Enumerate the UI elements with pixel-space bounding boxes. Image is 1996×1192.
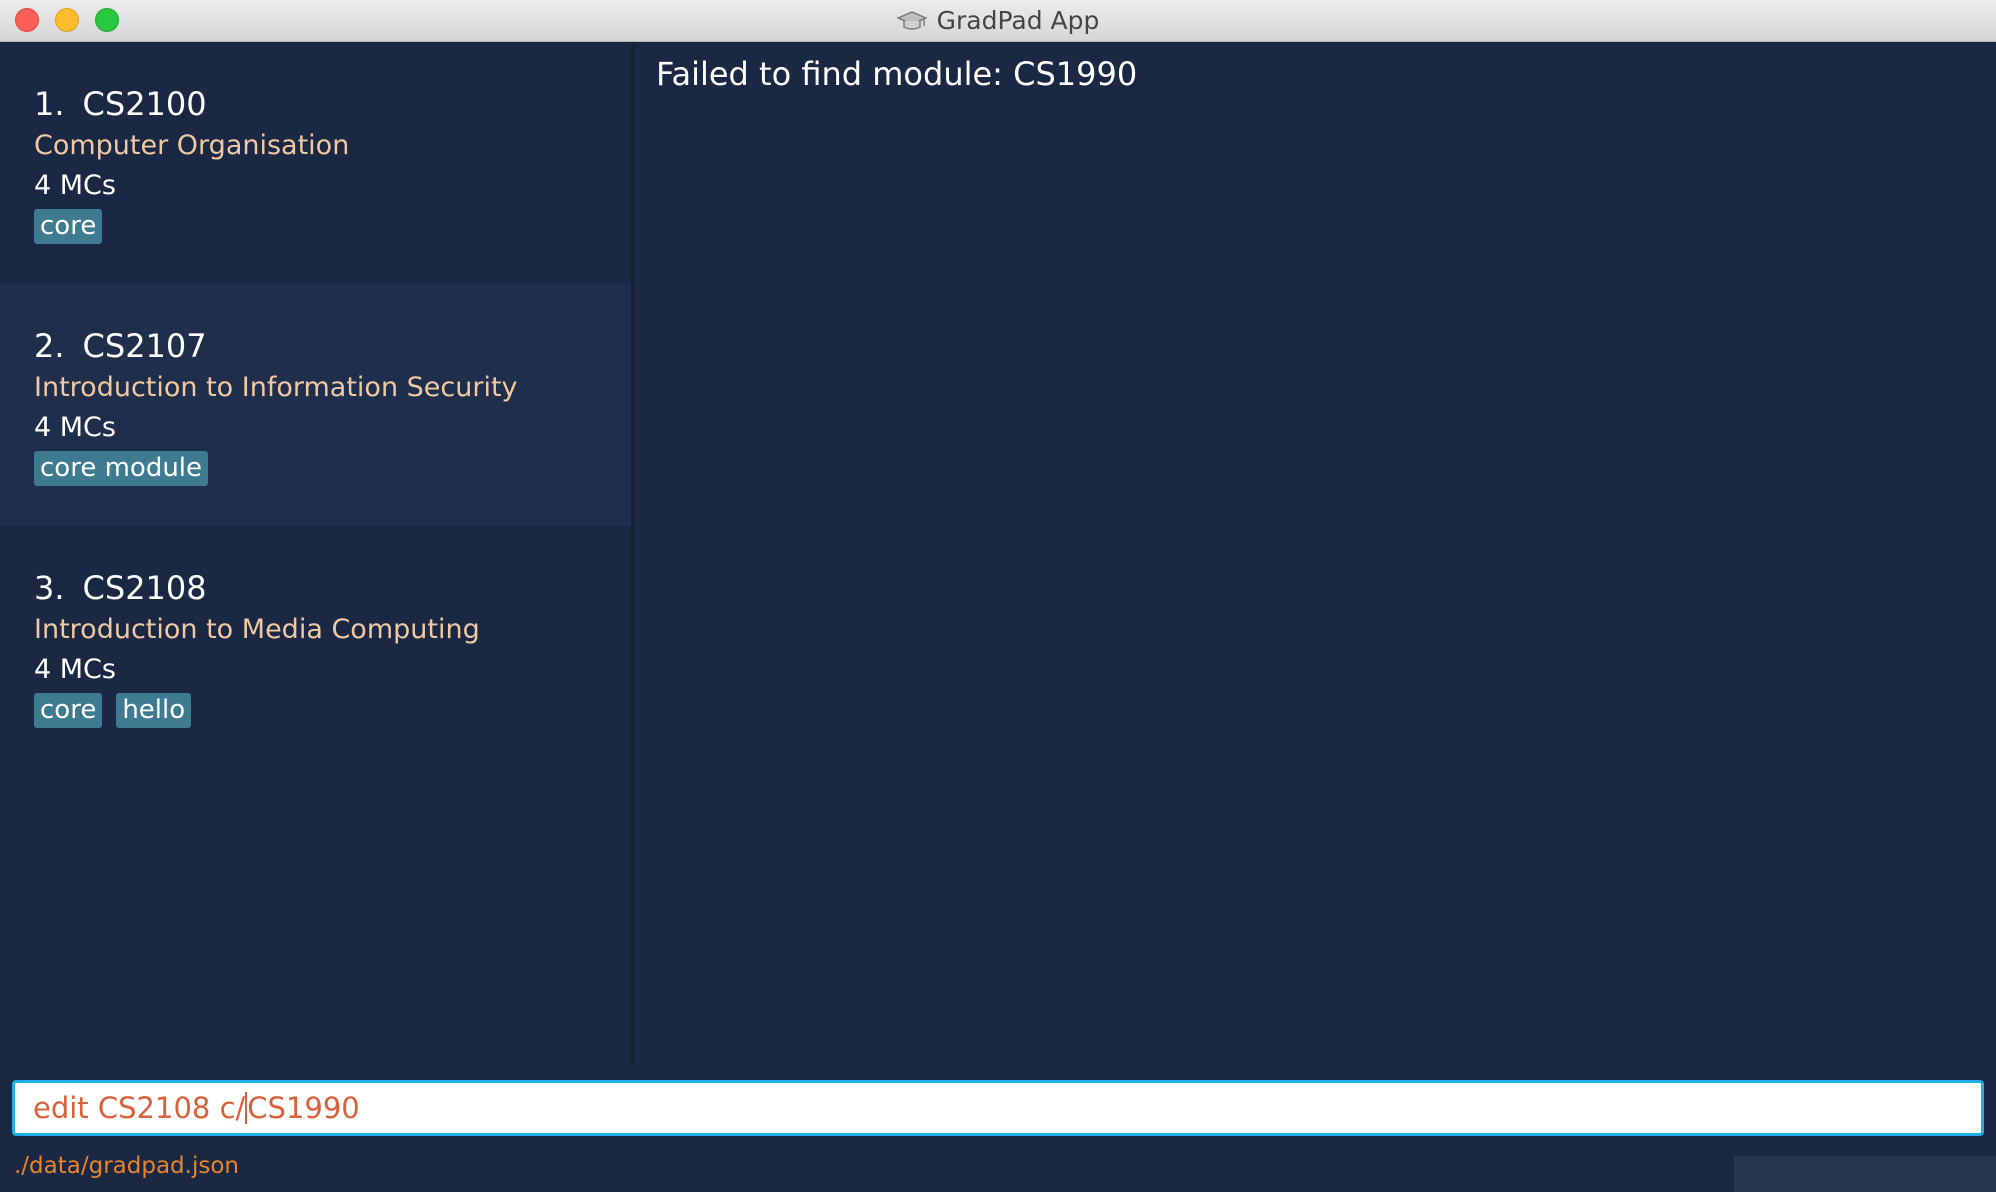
app-window: GradPad App 1. CS2100 Computer Organisati… (0, 0, 1996, 1192)
title-group: GradPad App (0, 0, 1996, 41)
status-bar-right-panel (1734, 1156, 1996, 1192)
module-tags: core (34, 209, 631, 244)
module-index: 2. (34, 327, 65, 365)
module-card[interactable]: 3. CS2108 Introduction to Media Computing… (0, 526, 631, 768)
module-credits: 4 MCs (34, 170, 116, 201)
module-card-header: 2. CS2107 (34, 326, 631, 366)
module-tag: core (34, 209, 103, 244)
module-card-header: 1. CS2100 (34, 84, 631, 124)
module-index: 3. (34, 569, 65, 607)
module-card[interactable]: 1. CS2100 Computer Organisation 4 MCs cor… (0, 42, 631, 284)
module-code: CS2107 (82, 327, 207, 365)
command-text-before-caret: edit CS2108 c/ (33, 1091, 246, 1125)
module-code: CS2100 (82, 85, 207, 123)
module-index: 1. (34, 85, 65, 123)
graduation-cap-icon (896, 10, 927, 30)
module-list-panel[interactable]: 1. CS2100 Computer Organisation 4 MCs cor… (0, 42, 635, 1064)
command-input[interactable]: edit CS2108 c/CS1990 (12, 1080, 1984, 1136)
data-file-path: ./data/gradpad.json (14, 1153, 239, 1179)
module-tags: core hello (34, 693, 631, 728)
result-message: Failed to find module: CS1990 (656, 55, 1138, 93)
module-credits: 4 MCs (34, 654, 116, 685)
title-bar: GradPad App (0, 0, 1996, 42)
module-tag: core (34, 693, 103, 728)
module-code: CS2108 (82, 569, 207, 607)
module-card-selected[interactable]: 2. CS2107 Introduction to Information Sec… (0, 284, 631, 526)
module-tag: hello (116, 693, 192, 728)
module-name: Introduction to Media Computing (34, 614, 480, 645)
module-credits: 4 MCs (34, 412, 116, 443)
module-name: Computer Organisation (34, 130, 350, 161)
module-tags: core module (34, 451, 631, 486)
command-text-after-caret: CS1990 (247, 1091, 360, 1125)
window-title: GradPad App (936, 6, 1100, 35)
module-name: Introduction to Information Security (34, 372, 518, 403)
module-card-header: 3. CS2108 (34, 568, 631, 608)
module-tag: core module (34, 451, 209, 486)
